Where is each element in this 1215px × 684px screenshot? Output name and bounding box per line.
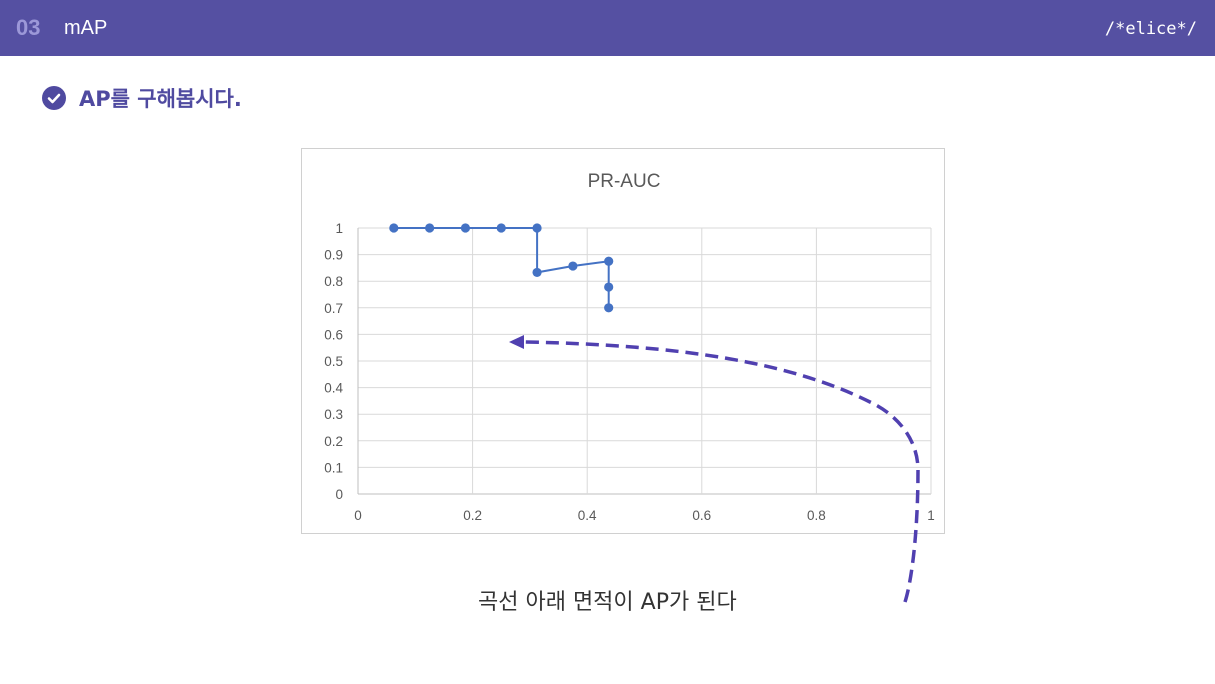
x-tick-label: 0 [354,508,362,523]
y-tick-label: 0.2 [324,434,343,449]
x-tick-label: 1 [927,508,935,523]
y-tick-label: 1 [335,221,343,236]
data-point [532,267,542,278]
y-tick-label: 0.7 [324,301,343,316]
data-point [425,223,435,233]
annotation-arrow [524,340,920,603]
y-tick-label: 0.8 [324,274,343,289]
y-tick-label: 0.9 [324,248,343,263]
pr-auc-chart: PR-AUC 0 0.1 0.2 0.3 0.4 0.5 0.6 0.7 0.8 0.9 1 0 0.2… [324,171,935,603]
y-tick-label: 0.6 [324,327,343,342]
data-point [460,223,471,233]
y-tick-label: 0.4 [324,381,343,396]
y-tick-label: 0 [335,487,343,502]
y-tick-label: 0.3 [324,407,343,422]
data-point [604,282,614,292]
x-tick-label: 0.6 [692,508,711,523]
data-point [532,223,542,233]
data-point [604,256,614,266]
x-tick-label: 0.2 [463,508,482,523]
y-tick-label: 0.1 [324,460,343,475]
data-point [389,223,399,233]
chart-title: PR-AUC [588,171,661,192]
x-tick-label: 0.8 [807,508,826,523]
data-point [568,261,578,271]
data-point [496,223,506,233]
arrow-head-icon [509,335,524,349]
y-tick-label: 0.5 [324,354,343,369]
x-tick-label: 0.4 [578,508,597,523]
caption: 곡선 아래 면적이 AP가 된다 [478,590,737,615]
data-point [604,303,614,313]
